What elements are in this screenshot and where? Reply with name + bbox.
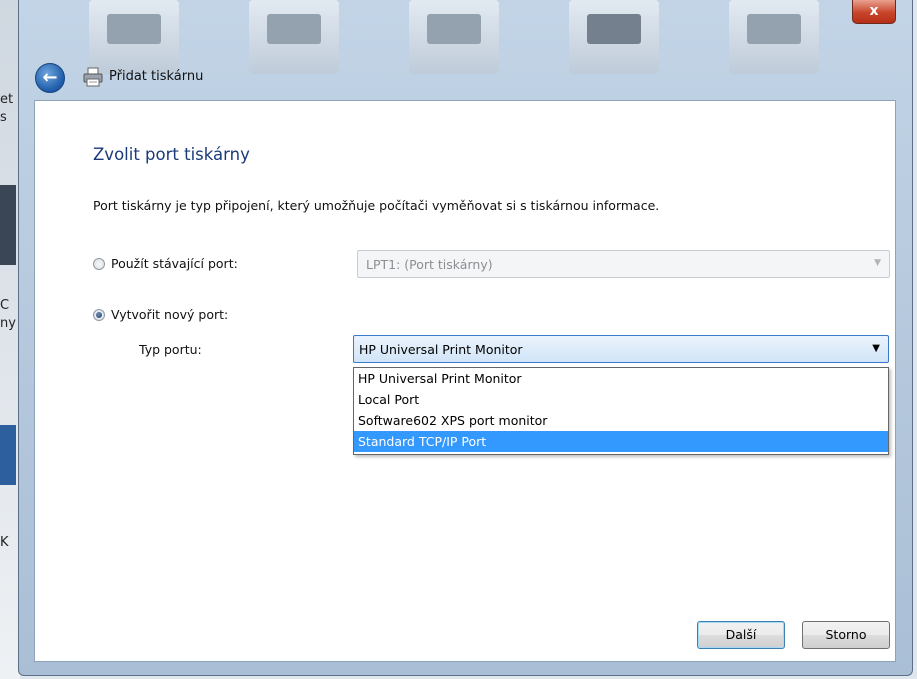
- new-port-radio[interactable]: [93, 309, 105, 321]
- existing-port-value: LPT1: (Port tiskárny): [366, 257, 493, 272]
- port-type-select[interactable]: HP Universal Print Monitor ▼: [353, 335, 889, 363]
- add-printer-dialog: x ← Přidat tiskárnu Zvolit port tiskárny…: [18, 0, 913, 676]
- background-thumbnail: [89, 0, 179, 74]
- background-text: s: [0, 110, 7, 125]
- background-shape: [0, 425, 16, 485]
- next-button[interactable]: Další: [697, 621, 785, 649]
- port-type-dropdown-list: HP Universal Print Monitor Local Port So…: [353, 367, 889, 455]
- port-option-local[interactable]: Local Port: [354, 389, 888, 410]
- background-thumbnail: [249, 0, 339, 74]
- existing-port-label[interactable]: Použít stávající port:: [111, 256, 238, 271]
- background-text: et: [0, 92, 14, 107]
- new-port-label[interactable]: Vytvořit nový port:: [111, 307, 228, 322]
- existing-port-radio[interactable]: [93, 258, 105, 270]
- printer-icon: [83, 67, 103, 87]
- port-type-value: HP Universal Print Monitor: [359, 342, 523, 357]
- background-thumbnail: [729, 0, 819, 74]
- back-button[interactable]: ←: [35, 63, 65, 93]
- cancel-button[interactable]: Storno: [802, 621, 890, 649]
- close-button[interactable]: x: [852, 0, 896, 24]
- existing-port-select: LPT1: (Port tiskárny) ▼: [357, 250, 890, 278]
- port-option-software602[interactable]: Software602 XPS port monitor: [354, 410, 888, 431]
- background-thumbnail: [409, 0, 499, 74]
- back-arrow-icon: ←: [42, 67, 58, 88]
- port-option-hp-universal[interactable]: HP Universal Print Monitor: [354, 368, 888, 389]
- port-option-standard-tcpip[interactable]: Standard TCP/IP Port: [354, 431, 888, 452]
- background-text: ny: [0, 316, 16, 331]
- background-text: K: [0, 535, 9, 550]
- port-type-label: Typ portu:: [139, 342, 202, 357]
- chevron-down-icon: ▼: [874, 258, 881, 268]
- background-thumbnail: [569, 0, 659, 74]
- page-description: Port tiskárny je typ připojení, který um…: [93, 198, 660, 213]
- background-shape: [0, 185, 16, 265]
- close-icon: x: [869, 3, 879, 19]
- wizard-content: Zvolit port tiskárny Port tiskárny je ty…: [34, 100, 896, 662]
- page-title: Zvolit port tiskárny: [93, 145, 250, 164]
- chevron-down-icon: ▼: [872, 343, 880, 354]
- background-text: C: [0, 298, 10, 313]
- window-title: Přidat tiskárnu: [109, 69, 204, 84]
